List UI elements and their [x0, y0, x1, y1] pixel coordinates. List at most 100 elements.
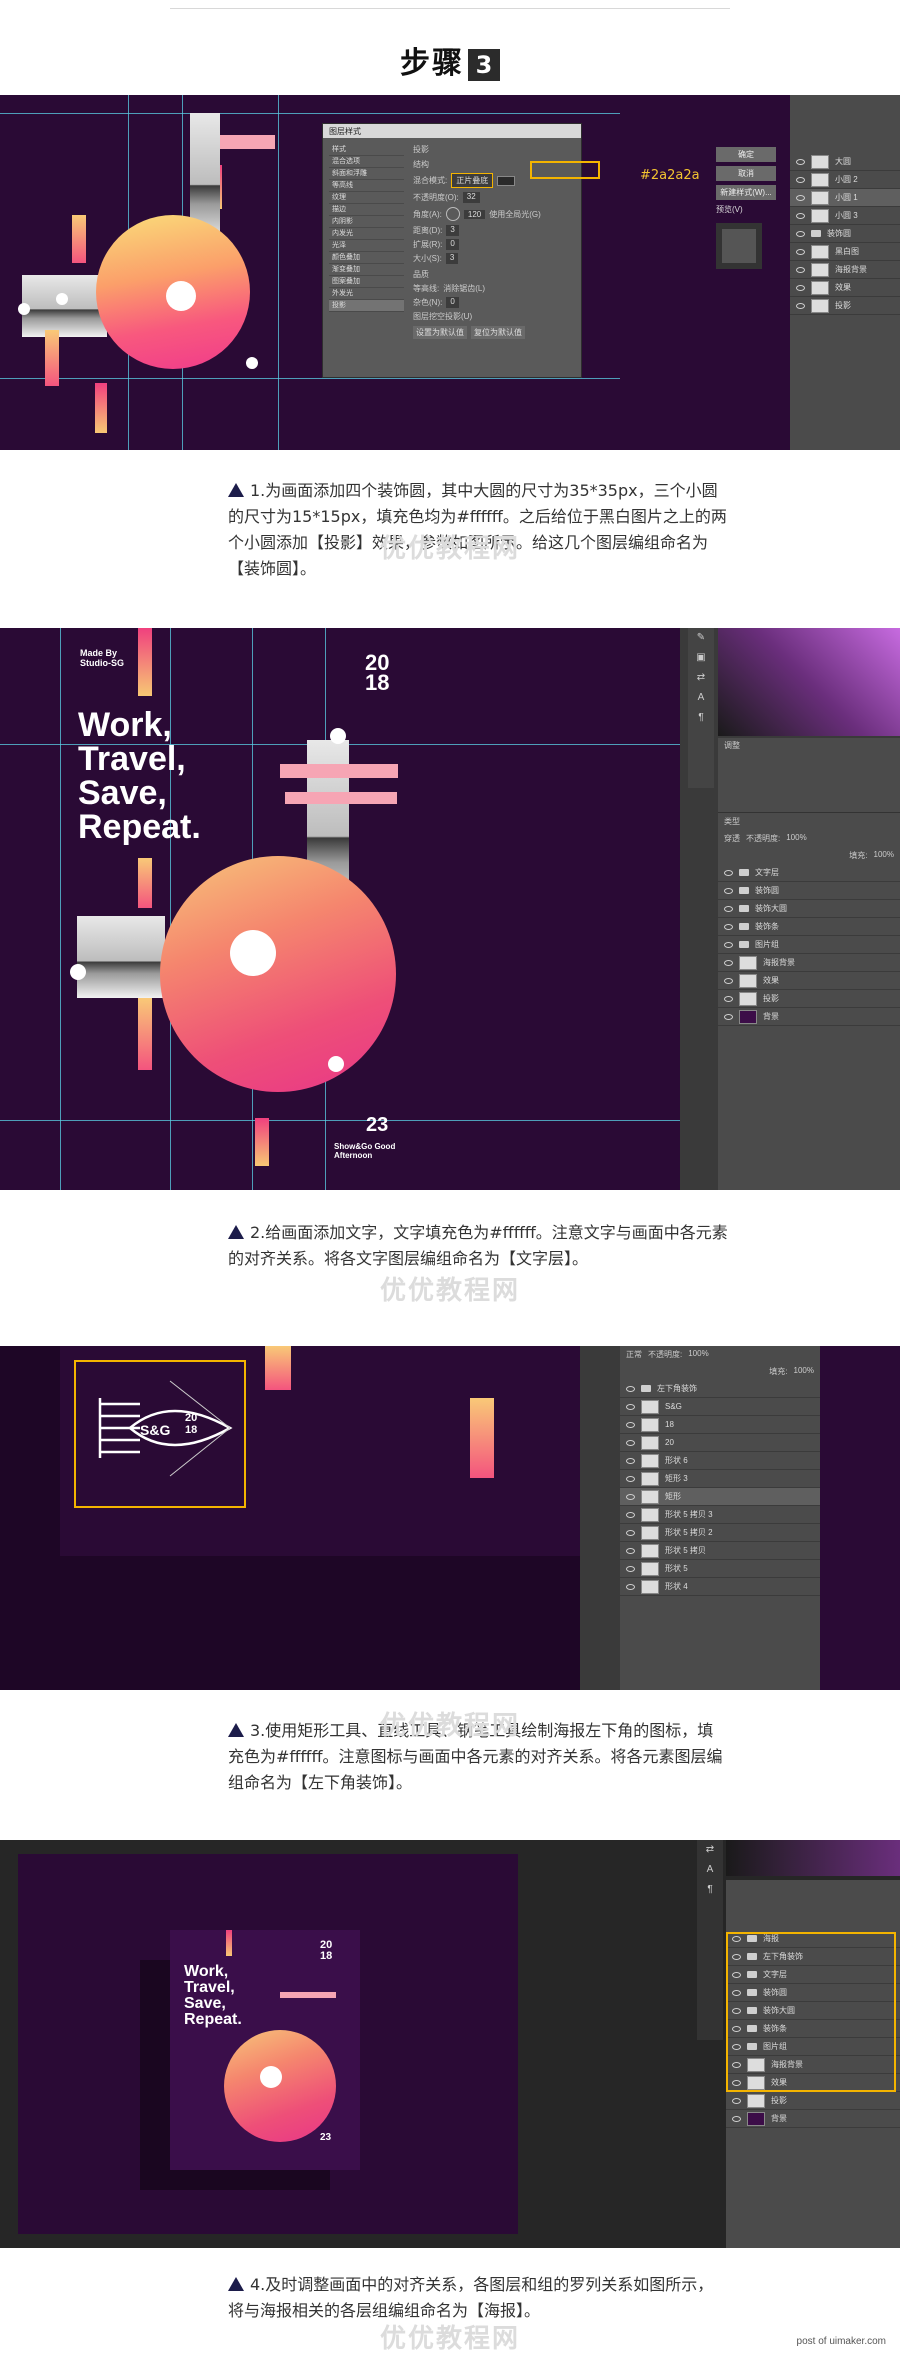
knockout-checkbox[interactable]: 图层挖空投影(U): [413, 311, 583, 322]
global-light-checkbox[interactable]: 使用全局光(G): [489, 209, 541, 220]
layer-row[interactable]: 矩形 3: [620, 1470, 820, 1488]
tool-icon[interactable]: ✎: [688, 628, 714, 648]
style-option[interactable]: 外发光: [329, 288, 404, 300]
shadow-color-swatch[interactable]: [497, 175, 516, 186]
layer-row[interactable]: 海报背景: [790, 261, 900, 279]
preview-checkbox[interactable]: 预览(V): [716, 204, 776, 215]
style-option[interactable]: 纹理: [329, 192, 404, 204]
style-option[interactable]: 斜面和浮雕: [329, 168, 404, 180]
layer-row[interactable]: S&G: [620, 1398, 820, 1416]
layer-row[interactable]: 背景: [718, 1008, 900, 1026]
layer-row[interactable]: 效果: [790, 279, 900, 297]
opacity-value[interactable]: 100%: [786, 833, 806, 844]
eye-icon[interactable]: [626, 1547, 635, 1554]
eye-icon[interactable]: [724, 977, 733, 984]
blend-mode-select[interactable]: 正常: [626, 1349, 642, 1360]
layer-row[interactable]: 大圆: [790, 153, 900, 171]
style-option[interactable]: 等高线: [329, 180, 404, 192]
layer-row[interactable]: 海报背景: [718, 954, 900, 972]
blend-mode-select[interactable]: 穿透: [724, 833, 740, 844]
layer-row[interactable]: 形状 4: [620, 1578, 820, 1596]
layer-row[interactable]: 装饰圆: [790, 225, 900, 243]
layer-row[interactable]: 文字层: [718, 864, 900, 882]
style-option[interactable]: 内阴影: [329, 216, 404, 228]
eye-icon[interactable]: [796, 176, 805, 183]
eye-icon[interactable]: [626, 1421, 635, 1428]
style-option[interactable]: 颜色叠加: [329, 252, 404, 264]
layer-row[interactable]: 图片组: [718, 936, 900, 954]
style-option[interactable]: 描边: [329, 204, 404, 216]
eye-icon[interactable]: [796, 230, 805, 237]
tool-icon[interactable]: ⇄: [688, 668, 714, 688]
layer-row[interactable]: 小圆 1: [790, 189, 900, 207]
style-option[interactable]: 光泽: [329, 240, 404, 252]
eye-icon[interactable]: [626, 1403, 635, 1410]
eye-icon[interactable]: [796, 302, 805, 309]
set-default-button[interactable]: 设置为默认值: [413, 326, 467, 339]
eye-icon[interactable]: [724, 995, 733, 1002]
eye-icon[interactable]: [626, 1529, 635, 1536]
size-input[interactable]: 3: [445, 253, 459, 264]
angle-input[interactable]: 120: [463, 209, 486, 219]
layer-row[interactable]: 背景: [726, 2110, 900, 2128]
eye-icon[interactable]: [724, 923, 733, 930]
eye-icon[interactable]: [732, 2115, 741, 2122]
eye-icon[interactable]: [724, 905, 733, 912]
layer-row[interactable]: 投影: [718, 990, 900, 1008]
layer-row[interactable]: 18: [620, 1416, 820, 1434]
style-option[interactable]: 投影: [329, 300, 404, 312]
eye-icon[interactable]: [732, 2097, 741, 2104]
opacity-input[interactable]: 32: [462, 192, 480, 203]
eye-icon[interactable]: [724, 887, 733, 894]
eye-icon[interactable]: [724, 941, 733, 948]
eye-icon[interactable]: [796, 284, 805, 291]
tool-icon[interactable]: ¶: [688, 708, 714, 728]
eye-icon[interactable]: [724, 1013, 733, 1020]
eye-icon[interactable]: [796, 266, 805, 273]
layer-row[interactable]: 黑白图: [790, 243, 900, 261]
style-option[interactable]: 内发光: [329, 228, 404, 240]
layer-row[interactable]: 小圆 3: [790, 207, 900, 225]
layer-row[interactable]: 装饰圆: [718, 882, 900, 900]
kind-filter[interactable]: 类型: [724, 816, 740, 827]
new-style-button[interactable]: 新建样式(W)...: [716, 185, 776, 200]
style-option[interactable]: 样式: [329, 144, 404, 156]
tool-icon[interactable]: A: [688, 688, 714, 708]
antialias-checkbox[interactable]: 消除锯齿(L): [443, 283, 485, 294]
tool-icon[interactable]: ⇄: [697, 1840, 723, 1860]
adjustments-tab[interactable]: 调整: [718, 738, 900, 753]
eye-icon[interactable]: [626, 1493, 635, 1500]
distance-input[interactable]: 3: [446, 225, 459, 236]
eye-icon[interactable]: [796, 158, 805, 165]
layer-row[interactable]: 形状 5 拷贝 2: [620, 1524, 820, 1542]
blend-mode-select[interactable]: 正片叠底: [451, 173, 494, 188]
ok-button[interactable]: 确定: [716, 147, 776, 162]
eye-icon[interactable]: [796, 194, 805, 201]
eye-icon[interactable]: [796, 248, 805, 255]
eye-icon[interactable]: [626, 1439, 635, 1446]
tool-icon[interactable]: ▣: [688, 648, 714, 668]
eye-icon[interactable]: [626, 1583, 635, 1590]
color-picker[interactable]: [726, 1840, 900, 1876]
layer-row[interactable]: 形状 5 拷贝 3: [620, 1506, 820, 1524]
layer-row[interactable]: 投影: [790, 297, 900, 315]
eye-icon[interactable]: [626, 1385, 635, 1392]
eye-icon[interactable]: [796, 212, 805, 219]
cancel-button[interactable]: 取消: [716, 166, 776, 181]
tool-icon[interactable]: ¶: [697, 1880, 723, 1900]
style-option[interactable]: 混合选项: [329, 156, 404, 168]
eye-icon[interactable]: [724, 959, 733, 966]
fill-value[interactable]: 100%: [794, 1366, 814, 1377]
eye-icon[interactable]: [626, 1457, 635, 1464]
angle-dial[interactable]: [445, 207, 460, 221]
layer-row[interactable]: 装饰大圆: [718, 900, 900, 918]
eye-icon[interactable]: [626, 1565, 635, 1572]
layer-row[interactable]: 装饰条: [718, 918, 900, 936]
layer-row[interactable]: 形状 6: [620, 1452, 820, 1470]
layer-row[interactable]: 形状 5: [620, 1560, 820, 1578]
spread-input[interactable]: 0: [446, 239, 459, 250]
layer-row[interactable]: 投影: [726, 2092, 900, 2110]
eye-icon[interactable]: [724, 869, 733, 876]
reset-default-button[interactable]: 复位为默认值: [471, 326, 525, 339]
layer-row[interactable]: 20: [620, 1434, 820, 1452]
